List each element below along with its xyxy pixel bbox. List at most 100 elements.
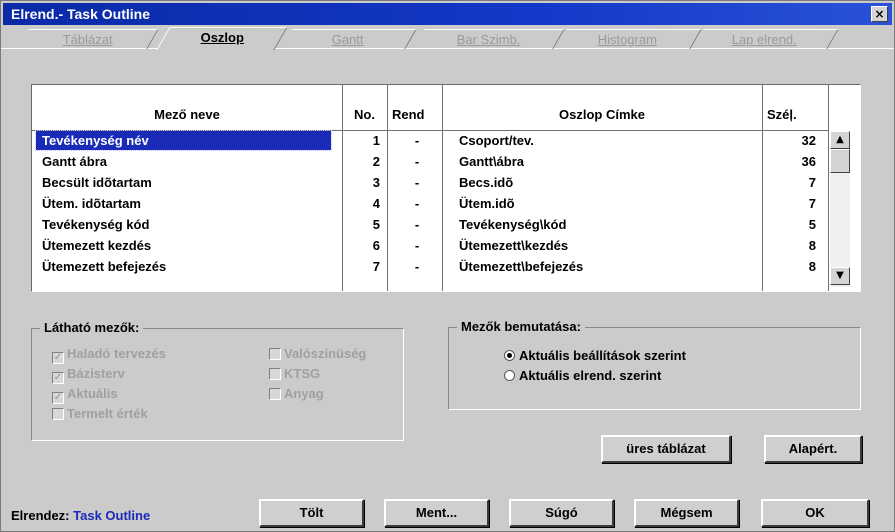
tab-label: Lap elrend. bbox=[732, 32, 798, 47]
field-name-cell: Ütemezett kezdés bbox=[42, 238, 152, 253]
layout-status-label: Elrendez: bbox=[11, 508, 70, 523]
no-cell: 6 bbox=[372, 238, 380, 253]
title-bar: Elrend.- Task Outline × bbox=[3, 3, 892, 25]
status-bar: Elrendez: Task Outline Tölt Ment... Súgó… bbox=[1, 497, 894, 531]
tab-label: Táblázat bbox=[62, 32, 113, 47]
checkbox-check-icon: ✓ bbox=[52, 392, 64, 404]
table-row[interactable]: Tevékenység kód 5 - Tevékenység\kód 5 bbox=[32, 215, 828, 236]
checkbox-bazisterv[interactable]: ✓ Bázisterv bbox=[52, 366, 125, 384]
checkbox-anyag[interactable]: Anyag bbox=[269, 386, 324, 401]
dialog-window: Elrend.- Task Outline × Táblázat Oszlop … bbox=[0, 0, 895, 532]
no-cell: 4 bbox=[372, 196, 380, 211]
radio-current-layout[interactable]: Aktuális elrend. szerint bbox=[504, 368, 661, 383]
checkbox-valoszinuseg[interactable]: Valószínüség bbox=[269, 346, 366, 361]
order-cell: - bbox=[414, 217, 420, 232]
header-width: Széļ. bbox=[767, 107, 797, 122]
width-cell: 5 bbox=[808, 217, 816, 232]
no-cell: 5 bbox=[372, 217, 380, 232]
tab-strip: Táblázat Oszlop Gantt Bar Szimb. Histogr… bbox=[1, 27, 894, 50]
header-no: No. bbox=[354, 107, 375, 122]
tab-label: Gantt bbox=[331, 32, 364, 47]
field-display-group: Mezők bemutatása: Aktuális beállítások s… bbox=[448, 319, 861, 410]
scroll-down-icon[interactable]: ▼ bbox=[830, 267, 850, 285]
visible-fields-title: Látható mezők: bbox=[40, 320, 144, 335]
tab-label: Oszlop bbox=[200, 30, 245, 45]
checkbox-label: Valószínüség bbox=[284, 346, 367, 361]
field-name-cell: Becsült idõtartam bbox=[42, 175, 152, 190]
checkbox-termelt-ertek[interactable]: Termelt érték bbox=[52, 406, 148, 421]
field-name-cell: Tevékenység név bbox=[42, 133, 149, 148]
checkbox-box bbox=[269, 348, 281, 360]
table-row[interactable]: Gantt ábra 2 - Gantt\ábra 36 bbox=[32, 152, 828, 173]
column-grid: Mező neve No. Rend Oszlop Címke Széļ. Te… bbox=[31, 84, 861, 292]
close-icon[interactable]: × bbox=[871, 6, 888, 22]
tab-label: Histogram bbox=[598, 32, 658, 47]
column-label-cell: Ütem.idõ bbox=[459, 196, 515, 211]
defaults-button[interactable]: Alapért. bbox=[764, 435, 862, 463]
column-label-cell: Becs.idõ bbox=[459, 175, 514, 190]
order-cell: - bbox=[414, 175, 420, 190]
field-name-cell: Ütemezett befejezés bbox=[42, 259, 167, 274]
checkbox-label: Anyag bbox=[284, 386, 324, 401]
table-row[interactable]: Ütemezett befejezés 7 - Ütemezett\befeje… bbox=[32, 257, 828, 278]
table-row[interactable]: Ütem. idõtartam 4 - Ütem.idõ 7 bbox=[32, 194, 828, 215]
width-cell: 36 bbox=[801, 154, 816, 169]
header-column-label: Oszlop Címke bbox=[559, 107, 645, 122]
table-row[interactable]: Becsült idõtartam 3 - Becs.idõ 7 bbox=[32, 173, 828, 194]
no-cell: 1 bbox=[372, 133, 380, 148]
order-cell: - bbox=[414, 238, 420, 253]
help-button[interactable]: Súgó bbox=[509, 499, 614, 527]
visible-fields-group: Látható mezők: ✓ Haladó tervezés ✓ Báziste… bbox=[31, 320, 404, 441]
checkbox-aktualis[interactable]: ✓ Aktuális bbox=[52, 386, 118, 404]
ok-button[interactable]: OK bbox=[761, 499, 869, 527]
checkbox-ktsg[interactable]: KTSG bbox=[269, 366, 320, 381]
order-cell: - bbox=[414, 259, 420, 274]
width-cell: 7 bbox=[808, 196, 816, 211]
grid-divider bbox=[828, 85, 829, 291]
width-cell: 32 bbox=[801, 133, 816, 148]
column-label-cell: Csoport/tev. bbox=[459, 133, 534, 148]
no-cell: 2 bbox=[372, 154, 380, 169]
tab-bar-szimb[interactable]: Bar Szimb. bbox=[413, 29, 565, 49]
vertical-scrollbar[interactable]: ▲ ▼ bbox=[830, 131, 850, 287]
field-name-cell: Tevékenység kód bbox=[42, 217, 150, 232]
radio-current-settings[interactable]: Aktuális beállítások szerint bbox=[504, 348, 686, 363]
radio-label: Aktuális beállítások szerint bbox=[519, 348, 686, 363]
table-row[interactable]: Tevékenység név 1 - Csoport/tev. 32 bbox=[32, 130, 828, 152]
no-cell: 7 bbox=[372, 259, 380, 274]
radio-icon bbox=[504, 370, 515, 381]
column-label-cell: Ütemezett\kezdés bbox=[459, 238, 569, 253]
header-field-name: Mező neve bbox=[154, 107, 220, 122]
radio-selected-icon bbox=[504, 350, 515, 361]
column-label-cell: Tevékenység\kód bbox=[459, 217, 567, 232]
tab-oszlop[interactable]: Oszlop bbox=[156, 27, 288, 50]
checkbox-box bbox=[269, 368, 281, 380]
checkbox-box bbox=[52, 408, 64, 420]
checkbox-label: Bázisterv bbox=[67, 366, 125, 381]
save-button[interactable]: Ment... bbox=[384, 499, 489, 527]
table-row[interactable]: Ütemezett kezdés 6 - Ütemezett\kezdés 8 bbox=[32, 236, 828, 257]
window-title: Elrend.- Task Outline bbox=[11, 6, 150, 22]
scroll-thumb[interactable] bbox=[830, 149, 850, 173]
width-cell: 8 bbox=[808, 259, 816, 274]
checkbox-box bbox=[269, 388, 281, 400]
load-button[interactable]: Tölt bbox=[259, 499, 364, 527]
field-name-cell: Ütem. idõtartam bbox=[42, 196, 141, 211]
tab-label: Bar Szimb. bbox=[456, 32, 520, 47]
column-label-cell: Gantt\ábra bbox=[459, 154, 525, 169]
cancel-button[interactable]: Mégsem bbox=[634, 499, 739, 527]
order-cell: - bbox=[414, 196, 420, 211]
checkbox-halado-tervezes[interactable]: ✓ Haladó tervezés bbox=[52, 346, 166, 364]
width-cell: 8 bbox=[808, 238, 816, 253]
order-cell: - bbox=[414, 154, 420, 169]
order-cell: - bbox=[414, 133, 420, 148]
tab-histogram[interactable]: Histogram bbox=[555, 29, 702, 49]
tab-tablazat[interactable]: Táblázat bbox=[17, 29, 159, 49]
empty-table-button[interactable]: üres táblázat bbox=[601, 435, 731, 463]
layout-status: Elrendez: Task Outline bbox=[11, 508, 150, 523]
scroll-up-icon[interactable]: ▲ bbox=[830, 131, 850, 149]
tab-lap-elrend[interactable]: Lap elrend. bbox=[692, 29, 839, 49]
field-name-cell: Gantt ábra bbox=[42, 154, 108, 169]
tab-gantt[interactable]: Gantt bbox=[280, 29, 417, 49]
width-cell: 7 bbox=[808, 175, 816, 190]
